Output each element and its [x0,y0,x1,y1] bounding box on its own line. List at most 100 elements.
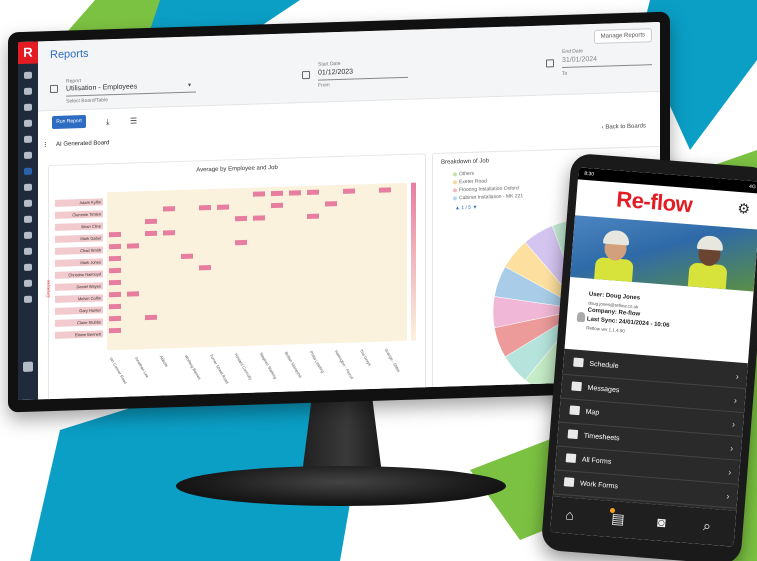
app-logo[interactable]: R [18,41,38,65]
marketing-composite: R Reports Report Utilisation - Employees… [0,0,757,561]
user-avatar[interactable] [23,361,33,372]
phone-screen: 8:30 4G Re-flow ⚙ User: Doug Jones doug.… [550,167,757,547]
heatmap-y-axis-label: Employee [45,279,51,298]
forms-icon[interactable] [24,151,32,159]
menu-item-label: Work Forms [579,480,619,491]
dashboard-icon[interactable] [24,87,32,95]
chevron-right-icon: › [726,490,730,502]
end-date-input[interactable]: 31/01/2024 [562,56,597,64]
heatmap-cell[interactable] [145,230,157,237]
heatmap-cell[interactable] [163,206,175,212]
customers-icon[interactable] [24,231,32,239]
page-title: Reports [50,47,89,62]
heatmap-cell[interactable] [325,201,337,207]
heatmap-cell[interactable] [235,239,247,246]
heatmap-column-label: Grange - Stites [383,347,402,373]
heatmap-row-label: Mark Gabel [55,234,103,243]
vehicles-icon[interactable] [24,247,32,255]
heatmap-cell[interactable] [109,327,121,334]
reports-icon[interactable] [24,167,32,175]
heatmap-row-label: Clemmie Timlen [55,210,103,219]
assets-icon[interactable] [24,183,32,191]
forms-icon [565,453,577,464]
heatmap-cell[interactable] [253,191,265,197]
heatmap-cell[interactable] [145,314,157,321]
calendar-icon[interactable] [302,70,310,80]
heatmap-cell[interactable] [109,267,121,274]
heatmap-cell[interactable] [127,291,139,297]
monitor-stand-base [176,466,506,506]
people-icon[interactable] [24,135,32,143]
heatmap-cell[interactable] [235,215,247,222]
list-view-icon[interactable]: ☰ [130,116,137,125]
heatmap-cell[interactable] [109,243,121,250]
heatmap-card: Average by Employee and Job Employee Ada… [45,153,426,401]
worker-vest [593,256,634,284]
heatmap-cell[interactable] [109,255,121,262]
board-title: AI Generated Board [56,140,110,148]
heatmap-cell[interactable] [289,190,301,196]
start-date-label: Start Date [318,60,341,68]
calendar-icon[interactable] [546,59,554,68]
heatmap-cell[interactable] [109,279,121,286]
heatmap-cell[interactable] [127,243,139,249]
manage-reports-button[interactable]: Manage Reports [593,28,652,44]
work-forms-icon [563,477,575,487]
heatmap-cell[interactable] [343,188,355,194]
heatmap-cell[interactable] [163,230,175,236]
report-select-icon [50,84,58,94]
stock-icon[interactable] [24,199,32,207]
messages-icon[interactable] [24,263,32,271]
heatmap-cell[interactable] [109,291,121,298]
heatmap-cell[interactable] [199,205,211,211]
end-date-underline [562,64,652,68]
heatmap-cell[interactable] [145,218,157,225]
help-icon[interactable] [24,279,32,287]
heatmap-cell[interactable] [271,190,283,197]
heatmap-cell[interactable] [253,215,265,221]
jobs-icon[interactable] [24,103,32,111]
heatmap-column-label: Ian Conner Road [108,356,129,385]
home-icon[interactable] [24,71,32,79]
heatmap-row-label: Brian Cline [55,222,103,231]
end-date-hint: To [562,70,568,77]
start-date-input[interactable]: 01/12/2023 [318,69,353,77]
invoices-icon[interactable] [24,215,32,223]
gear-icon[interactable]: ⚙ [737,200,751,218]
end-date-label: End Date [562,48,583,55]
camera-icon[interactable]: ◙ [657,514,667,531]
schedule-icon [573,357,584,368]
heatmap-cell[interactable] [307,213,319,220]
run-report-button[interactable]: Run Report [52,114,86,130]
heatmap-cell[interactable] [307,189,319,196]
schedule-icon[interactable] [24,119,32,127]
heatmap-color-scale [411,182,416,341]
download-icon[interactable]: ⤓ [106,117,110,127]
chevron-right-icon: › [727,467,732,478]
heatmap-column-label: Howard Connolly [233,352,254,381]
home-icon[interactable]: ⌂ [565,506,575,523]
chevron-right-icon: › [733,395,738,406]
heatmap-cell[interactable] [199,265,211,271]
status-time: 8:30 [584,170,595,178]
heatmap-column-label: The Greys [358,348,373,367]
back-to-boards-link[interactable]: ‹ Back to Boards [602,123,646,130]
heatmap-cell[interactable] [181,253,193,259]
settings-icon[interactable] [24,295,32,303]
heatmap-column-label: Hartington - Ferrull [333,349,355,381]
chevron-right-icon: › [731,419,736,430]
menu-item-label: All Forms [581,456,612,466]
search-icon[interactable]: ⌕ [702,517,711,535]
heatmap-cell[interactable] [109,231,121,238]
report-select[interactable]: Utilisation - Employees [66,83,137,92]
heatmap-cell[interactable] [379,187,391,193]
chevron-down-icon[interactable]: ▾ [188,82,191,89]
heatmap-row-label: Melvin Coffin [55,294,103,303]
heatmap-cell[interactable] [271,202,283,209]
heatmap-cell[interactable] [109,303,121,310]
chevron-right-icon: › [735,371,740,382]
report-select-underline [66,91,196,97]
map-pin-icon [569,405,581,416]
heatmap-cell[interactable] [109,315,121,322]
heatmap-cell[interactable] [217,204,229,210]
